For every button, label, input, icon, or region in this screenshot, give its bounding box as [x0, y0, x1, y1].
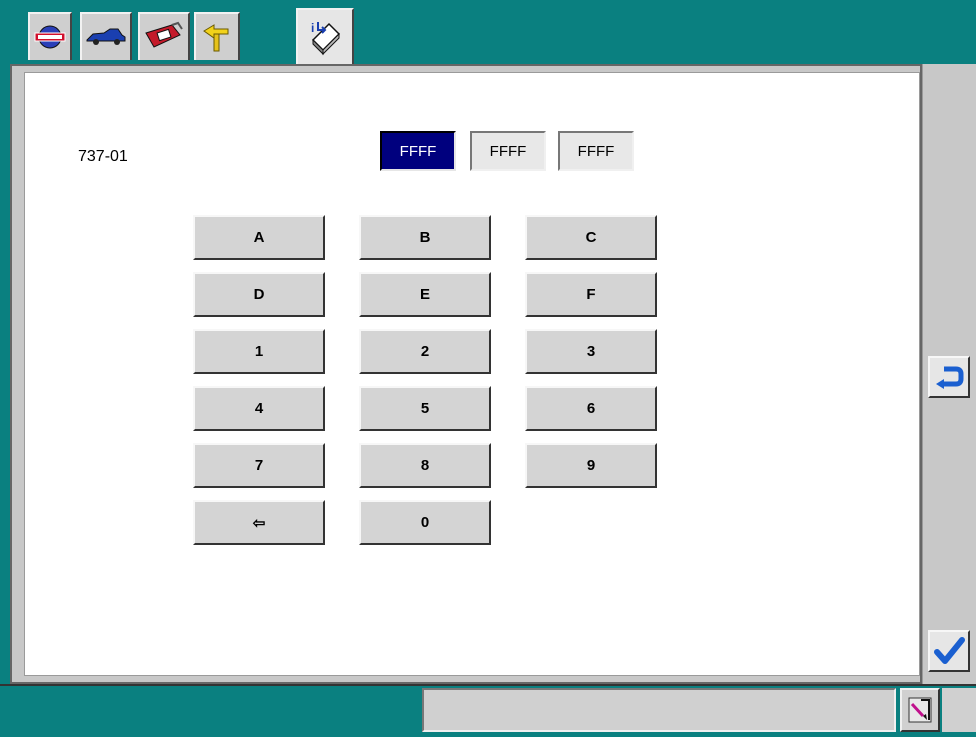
key-e[interactable]: E	[359, 272, 491, 317]
key-9[interactable]: 9	[525, 443, 657, 488]
app-window: i 737-01 FFFF FFFF FFFF A B C D E F 1 2 …	[0, 0, 976, 737]
key-5[interactable]: 5	[359, 386, 491, 431]
hex-field-1[interactable]: FFFF	[380, 131, 456, 171]
key-0[interactable]: 0	[359, 500, 491, 545]
hex-field-2[interactable]: FFFF	[470, 131, 546, 171]
key-4[interactable]: 4	[193, 386, 325, 431]
key-8[interactable]: 8	[359, 443, 491, 488]
key-d[interactable]: D	[193, 272, 325, 317]
key-a[interactable]: A	[193, 215, 325, 260]
nissan-logo-icon	[34, 25, 66, 49]
key-7[interactable]: 7	[193, 443, 325, 488]
return-arrow-icon	[936, 366, 964, 389]
confirm-button[interactable]	[928, 630, 970, 672]
key-3[interactable]: 3	[525, 329, 657, 374]
key-6[interactable]: 6	[525, 386, 657, 431]
key-f[interactable]: F	[525, 272, 657, 317]
pen-icon	[908, 697, 932, 723]
key-1[interactable]: 1	[193, 329, 325, 374]
toolbox-icon	[145, 21, 183, 48]
direction-arrow-icon	[203, 24, 229, 52]
pen-button[interactable]	[900, 688, 940, 732]
status-message-field	[422, 688, 896, 732]
svg-text:i: i	[311, 21, 314, 35]
ecu-id-label: 737-01	[78, 148, 128, 165]
tab-tools[interactable]	[138, 12, 190, 60]
key-c[interactable]: C	[525, 215, 657, 260]
hex-field-3[interactable]: FFFF	[558, 131, 634, 171]
tab-nissan[interactable]	[28, 12, 72, 60]
car-icon	[86, 28, 126, 45]
tab-vehicle[interactable]	[80, 12, 132, 60]
back-button[interactable]	[928, 356, 970, 398]
key-2[interactable]: 2	[359, 329, 491, 374]
checkmark-icon	[934, 637, 965, 664]
key-b[interactable]: B	[359, 215, 491, 260]
tab-bar: i	[0, 0, 976, 66]
backspace-key[interactable]: ⇦	[193, 500, 325, 545]
info-book-icon: i	[311, 21, 341, 56]
tab-info[interactable]: i	[296, 8, 354, 66]
status-bar-end	[942, 688, 976, 732]
tab-directions[interactable]	[194, 12, 240, 60]
